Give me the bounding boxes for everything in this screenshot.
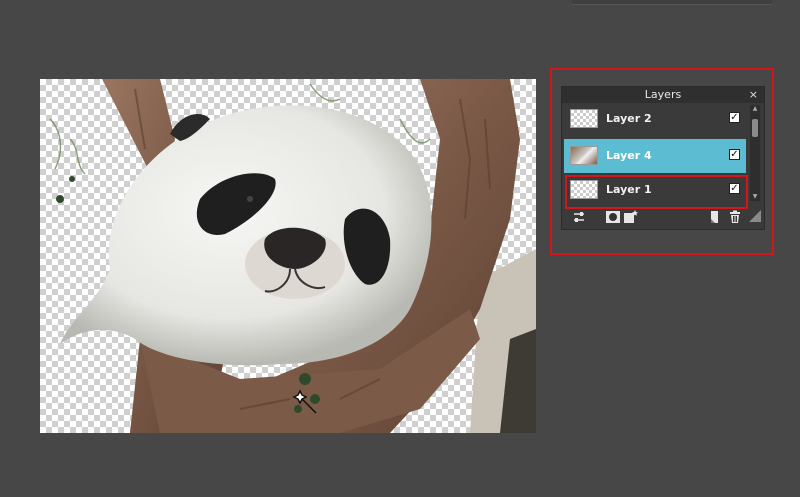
- image-canvas[interactable]: [40, 79, 536, 433]
- layers-scrollbar[interactable]: ▲ ▼: [750, 105, 760, 201]
- visibility-checkbox[interactable]: ✓: [729, 112, 740, 123]
- layers-panel-header[interactable]: Layers ×: [562, 87, 764, 103]
- layer-thumbnail: [570, 109, 598, 128]
- scroll-thumb[interactable]: [752, 119, 758, 137]
- top-edge: [572, 0, 772, 5]
- new-layer-icon[interactable]: [708, 210, 722, 224]
- layer-row-layer-4[interactable]: Layer 4 ✓: [564, 139, 746, 173]
- mask-circle-icon[interactable]: [606, 210, 620, 224]
- panda-image: [49, 79, 536, 433]
- resize-grip-icon[interactable]: [748, 210, 762, 224]
- scroll-down-icon[interactable]: ▼: [750, 193, 760, 201]
- layer-name: Layer 2: [606, 112, 652, 125]
- effects-icon[interactable]: [624, 210, 638, 224]
- layers-panel-title: Layers: [644, 88, 682, 101]
- layer-1-highlight-box: [565, 175, 748, 209]
- visibility-checkbox[interactable]: ✓: [729, 149, 740, 160]
- layer-name: Layer 4: [606, 149, 652, 162]
- close-icon[interactable]: ×: [749, 87, 758, 103]
- trash-icon[interactable]: [728, 210, 742, 224]
- adjust-icon[interactable]: [572, 210, 586, 224]
- scroll-up-icon[interactable]: ▲: [750, 105, 760, 113]
- layer-thumbnail: [570, 146, 598, 165]
- layer-row-layer-2[interactable]: Layer 2 ✓: [564, 103, 746, 135]
